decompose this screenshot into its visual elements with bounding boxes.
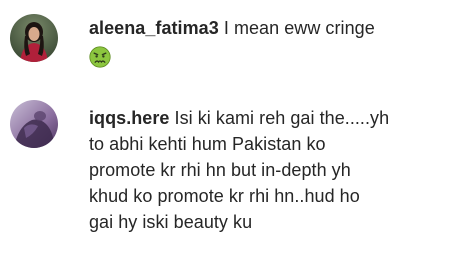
profile-photo-image <box>10 14 58 62</box>
comment-text-line-3: promote kr rhi hn but in-depth yh <box>89 160 351 180</box>
comment-text-line-1: Isi ki kami reh gai the.....yh <box>174 108 390 128</box>
avatar-iqqs-here[interactable] <box>10 100 58 148</box>
comment-item-1: aleena_fatima3 I mean eww cringe <box>0 0 476 90</box>
nauseated-face-icon <box>89 46 111 68</box>
comment-text-line-4: khud ko promote kr rhi hn..hud ho <box>89 186 360 206</box>
comment-text-line-2: to abhi kehti hum Pakistan ko <box>89 134 326 154</box>
profile-photo-image <box>10 100 58 148</box>
comment-text-line-5: gai hy iski beauty ku <box>89 212 253 232</box>
avatar-aleena-fatima3[interactable] <box>10 14 58 62</box>
comment-username[interactable]: aleena_fatima3 <box>89 18 219 38</box>
comment-text: I mean eww cringe <box>223 18 375 38</box>
comment-item-2: iqqs.here Isi ki kami reh gai the.....yh… <box>0 90 476 256</box>
comment-username[interactable]: iqqs.here <box>89 108 169 128</box>
